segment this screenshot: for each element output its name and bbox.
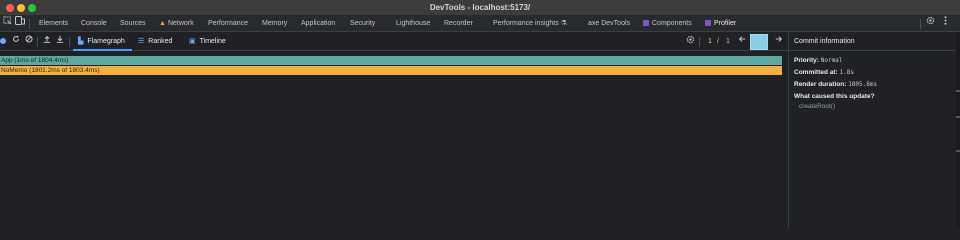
toolbar-divider <box>920 19 921 29</box>
commit-information-heading: Commit information <box>789 32 956 51</box>
tab-recorder[interactable]: Recorder <box>444 16 473 31</box>
update-cause-value: createRoot() <box>799 103 835 110</box>
update-cause-row: What caused this update? <box>794 93 875 100</box>
tab-components-label: Components <box>652 20 692 27</box>
devtools-tab-strip: Elements Console Sources ▲ Network Perfor… <box>0 16 960 32</box>
tab-timeline-label: Timeline <box>199 38 226 45</box>
priority-value: Normal <box>820 57 843 64</box>
tab-profiler[interactable]: Profiler <box>705 16 736 31</box>
previous-commit-icon[interactable] <box>738 35 746 48</box>
render-duration-row: Render duration: 1805.8ms <box>794 81 877 88</box>
render-duration-value: 1805.8ms <box>848 81 878 88</box>
window-titlebar: DevTools - localhost:5173/ <box>0 0 960 16</box>
clear-icon[interactable] <box>25 35 33 48</box>
flamegraph-chart: App (1ms of 1804.4ms) NoMemo (1801.2ms o… <box>0 51 788 228</box>
update-cause-label: What caused this update? <box>794 93 875 100</box>
tab-sources[interactable]: Sources <box>120 16 146 31</box>
flame-chart-icon: ▙ <box>78 38 84 45</box>
toolbar-divider <box>29 19 30 29</box>
profiler-settings-icon[interactable] <box>686 35 695 48</box>
update-cause-text: createRoot() <box>799 103 836 110</box>
window-edge-strip <box>956 32 960 228</box>
tab-axe-devtools[interactable]: axe DevTools <box>588 16 630 31</box>
inspect-icon[interactable] <box>3 16 12 31</box>
edge-mark <box>956 90 960 92</box>
save-profile-icon[interactable] <box>56 35 64 48</box>
load-profile-icon[interactable] <box>43 35 51 48</box>
toolbar-divider <box>69 37 70 47</box>
toolbar-divider <box>37 37 38 47</box>
settings-gear-icon[interactable] <box>926 16 935 31</box>
window-title: DevTools - localhost:5173/ <box>429 3 531 12</box>
more-vert-icon[interactable] <box>944 16 947 31</box>
committed-at-label: Committed at: <box>794 69 838 76</box>
ranked-chart-icon: ☰ <box>138 38 145 45</box>
tab-components[interactable]: Components <box>643 16 692 31</box>
warning-icon: ▲ <box>159 20 166 27</box>
tab-timeline[interactable]: ▣ Timeline <box>189 35 226 48</box>
flamegraph-bar-nomemo[interactable]: NoMemo (1801.2ms of 1803.4ms) <box>0 66 782 75</box>
tab-ranked-label: Ranked <box>148 38 173 45</box>
flask-icon: ⚗ <box>560 20 567 27</box>
priority-label: Priority: <box>794 57 819 64</box>
tab-ranked[interactable]: ☰ Ranked <box>138 35 172 48</box>
timeline-icon: ▣ <box>189 38 196 45</box>
reload-icon[interactable] <box>12 35 20 48</box>
tab-console[interactable]: Console <box>81 16 107 31</box>
tab-performance[interactable]: Performance <box>208 16 248 31</box>
tab-flamegraph[interactable]: ▙ Flamegraph <box>78 35 125 48</box>
commit-information-panel: Commit information Priority: Normal Comm… <box>788 32 956 228</box>
commit-current-index: 1 <box>708 38 712 45</box>
committed-at-row: Committed at: 1.8s <box>794 69 854 76</box>
tab-network[interactable]: ▲ Network <box>159 16 194 31</box>
edge-mark <box>956 116 960 118</box>
profiler-toolbar: ▙ Flamegraph ☰ Ranked ▣ Timeline 1 / 1 <box>0 32 788 51</box>
toolbar-divider <box>699 37 700 47</box>
tab-lighthouse[interactable]: Lighthouse <box>396 16 430 31</box>
react-icon <box>705 20 711 26</box>
edge-mark <box>956 150 960 152</box>
commit-bar[interactable] <box>750 34 768 50</box>
commit-total: 1 <box>726 38 730 45</box>
tab-elements[interactable]: Elements <box>39 16 68 31</box>
committed-at-value: 1.8s <box>839 69 854 76</box>
tab-network-label: Network <box>167 20 194 27</box>
tab-flamegraph-label: Flamegraph <box>87 38 125 45</box>
react-icon <box>643 20 649 26</box>
render-duration-label: Render duration: <box>794 81 847 88</box>
commit-counter-separator: / <box>717 38 719 45</box>
tab-performance-insights-label: Performance insights <box>493 20 559 27</box>
tab-performance-insights[interactable]: Performance insights ⚗ <box>493 16 567 31</box>
record-button[interactable] <box>0 38 6 44</box>
tab-profiler-label: Profiler <box>714 20 737 27</box>
next-commit-icon[interactable] <box>775 35 783 48</box>
flamegraph-bar-app[interactable]: App (1ms of 1804.4ms) <box>0 56 782 65</box>
priority-row: Priority: Normal <box>794 57 842 64</box>
tab-memory[interactable]: Memory <box>262 16 287 31</box>
tab-security[interactable]: Security <box>350 16 375 31</box>
device-toolbar-icon[interactable] <box>15 16 25 31</box>
tab-application[interactable]: Application <box>301 16 335 31</box>
